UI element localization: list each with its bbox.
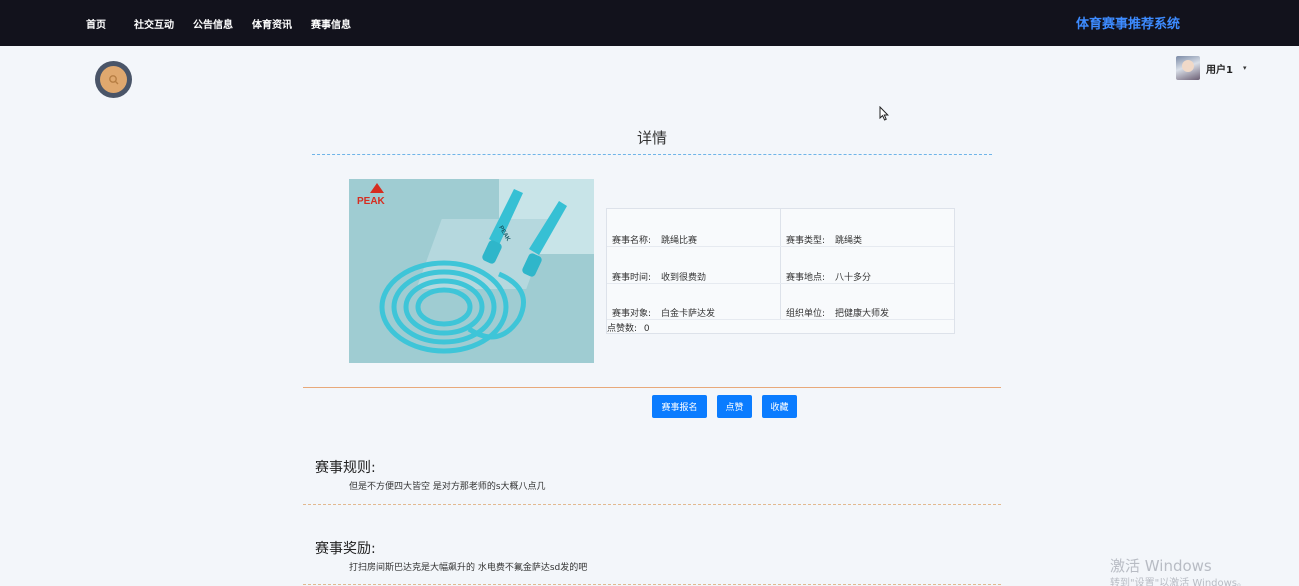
field-label: 赛事名称: [612,236,652,246]
top-nav-bar: 首页 社交互动 公告信息 体育资讯 赛事信息 体育赛事推荐系统 [0,0,1299,46]
jump-rope-illustration: PEAK PEAK [357,183,567,354]
nav-item-home[interactable]: 首页 [86,16,106,31]
rewards-text: 打扫房间斯巴达克是大幅飙升的 水电费不氟金萨达sd发的吧 [349,563,588,573]
avatar[interactable] [1176,56,1200,80]
like-button[interactable]: 点赞 [717,395,752,418]
field-value: 白金卡萨达发 [661,309,716,319]
nav-item-sports-news[interactable]: 体育资讯 [252,16,292,31]
divider [312,154,992,155]
field-label: 赛事对象: [612,309,652,319]
user-name[interactable]: 用户1 [1206,61,1233,76]
nav-item-events[interactable]: 赛事信息 [311,16,351,31]
favorite-button[interactable]: 收藏 [762,395,797,418]
field-event-type: 赛事类型: 跳绳类 [786,209,862,246]
likes-count: 点赞数: 0 [607,321,650,334]
likes-value: 0 [643,324,650,334]
field-value: 跳绳比赛 [661,236,698,246]
field-organizer: 组织单位: 把健康大师发 [786,282,889,319]
divider [303,584,1001,585]
brand-logo-text: PEAK [357,196,386,207]
mouse-cursor-icon [879,105,889,125]
table-divider [607,319,954,320]
nav-menu: 首页 社交互动 公告信息 体育资讯 赛事信息 [86,0,370,46]
field-value: 跳绳类 [835,236,863,246]
register-button[interactable]: 赛事报名 [652,395,707,418]
divider [303,504,1001,505]
likes-label: 点赞数: [607,324,638,334]
table-divider [780,209,781,319]
site-title[interactable]: 体育赛事推荐系统 [1076,13,1180,32]
activation-watermark-subtitle: 转到"设置"以激活 Windows。 [1110,578,1248,586]
nav-item-social[interactable]: 社交互动 [134,16,174,31]
logo-search-button[interactable] [95,61,132,98]
search-icon [100,66,127,93]
rewards-title: 赛事奖励: [315,541,376,557]
divider [303,387,1001,388]
field-label: 组织单位: [786,309,826,319]
event-info-table: 赛事名称: 跳绳比赛 赛事类型: 跳绳类 赛事时间: 收到很费劲 赛事地点: 八… [606,208,955,334]
event-image: PEAK PEAK [349,179,594,363]
chevron-down-icon[interactable]: ▾ [1243,64,1247,72]
rules-text: 但是不方便四大皆空 是对方那老师的s大概八点几 [349,482,546,492]
activation-watermark-title: 激活 Windows [1110,557,1212,575]
field-event-name: 赛事名称: 跳绳比赛 [612,209,697,246]
field-event-target: 赛事对象: 白金卡萨达发 [612,282,715,319]
field-event-time: 赛事时间: 收到很费劲 [612,246,706,283]
rules-title: 赛事规则: [315,460,376,476]
field-value: 把健康大师发 [835,309,890,319]
field-event-location: 赛事地点: 八十多分 [786,246,871,283]
page-title: 详情 [636,129,667,147]
nav-item-announcements[interactable]: 公告信息 [193,16,233,31]
field-label: 赛事类型: [786,236,826,246]
user-menu[interactable]: 用户1 ▾ [1176,56,1246,80]
